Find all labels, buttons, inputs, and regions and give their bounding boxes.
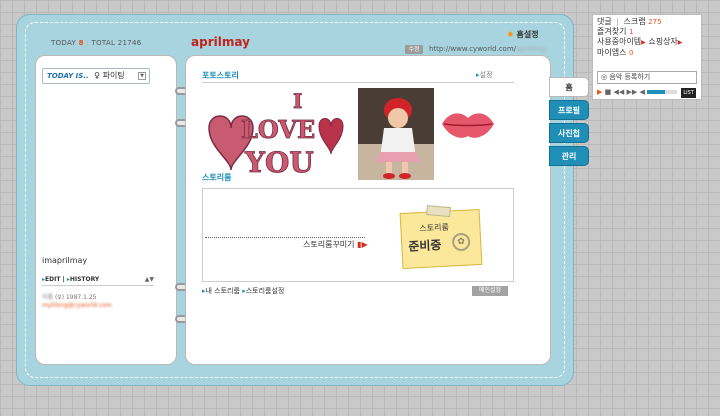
coming-soon-note: 스토리룸 준비중 ✿ xyxy=(399,205,483,270)
music-player-controls: ▶ ■ ◀◀ ▶▶ ◀ LIST xyxy=(597,87,699,98)
profile-name-blurred: 이름 xyxy=(42,294,54,301)
tab-profile[interactable]: 프로필 xyxy=(549,100,589,120)
next-icon[interactable]: ▶▶ xyxy=(627,88,638,96)
side-tabs: 홈 프로필 사진첩 관리 xyxy=(549,77,589,169)
storyroom-decorate-label: 스토리룸꾸미기 xyxy=(303,240,355,249)
love-text-love: LOVE xyxy=(241,115,315,144)
profile-birth: (♀) 1987.1.25 xyxy=(54,294,97,301)
home-settings-button[interactable]: ✹ 홈설정 xyxy=(507,29,539,40)
page-title[interactable]: aprilmay xyxy=(191,35,250,49)
storyroom-links: ▸내 스토리룸 ▸스토리룸설정 xyxy=(202,286,284,296)
total-count: 21746 xyxy=(117,39,142,47)
today-mood-value: 파이팅 xyxy=(102,71,125,80)
tab-home[interactable]: 홈 xyxy=(549,77,589,97)
tab-manage[interactable]: 관리 xyxy=(549,146,589,166)
note-line2: 준비중 xyxy=(407,237,442,254)
i-love-you-image[interactable]: I LOVE YOU xyxy=(201,90,351,180)
photo-story-title[interactable]: 포토스토리 xyxy=(202,70,239,81)
love-text-you: YOU xyxy=(244,146,314,179)
right-page: 포토스토리 ▸설정 I LOVE YOU 스토리룸 스토리룸꾸미기 ▮▶ 스토리… xyxy=(185,55,551,365)
total-label: TOTAL xyxy=(91,39,116,47)
favorites-count: 1 xyxy=(629,28,634,36)
storyroom-box: 스토리룸꾸미기 ▮▶ 스토리룸 준비중 ✿ xyxy=(202,188,514,282)
arrow-right-icon: ▮▶ xyxy=(357,240,368,249)
music-note-icon: ◎ xyxy=(601,73,608,81)
photo-settings-label: 설정 xyxy=(479,71,493,79)
profile-email: mylilong@cyworld.com xyxy=(42,302,112,309)
storyroom-title[interactable]: 스토리룸 xyxy=(202,172,231,183)
history-link[interactable]: HISTORY xyxy=(70,276,99,283)
tab-photo-album[interactable]: 사진첩 xyxy=(549,123,589,143)
comments-link[interactable]: 댓글 xyxy=(597,17,612,26)
profile-info: 이름 (♀) 1987.1.25 xyxy=(42,292,154,301)
scrap-count: 275 xyxy=(648,18,662,26)
photo-settings-link[interactable]: ▸설정 xyxy=(476,70,492,80)
main-settings-button[interactable]: 메인설정 xyxy=(472,286,508,296)
volume-icon: ◀ xyxy=(639,88,645,96)
notification-panel: 댓글 | 스크랩 275 즐겨찾기 1 사용중아이템▶ 쇼핑상자▶ 마이앱스 0… xyxy=(592,14,702,100)
my-apps-count: 0 xyxy=(629,49,634,57)
tape-decoration xyxy=(426,205,451,218)
book: TODAY 8 | TOTAL 21746 aprilmay ✹ 홈설정 수정 … xyxy=(35,27,589,377)
my-storyroom-link[interactable]: 내 스토리룸 xyxy=(206,287,240,295)
previous-icon[interactable]: ◀◀ xyxy=(613,88,624,96)
music-register-label: 음악 등록하기 xyxy=(609,73,651,81)
love-text-i: I xyxy=(293,90,302,113)
edit-link[interactable]: EDIT xyxy=(45,276,60,283)
owner-name: imaprilmay xyxy=(42,256,88,265)
gear-icon: ✹ xyxy=(507,30,514,39)
edit-history-bar: ▸EDIT | ▸HISTORY ▲▼ xyxy=(42,276,154,286)
visitor-counter: TODAY 8 | TOTAL 21746 xyxy=(51,39,142,47)
left-page: TODAY IS.. ♀ 파이팅 ▼ imaprilmay ▸EDIT | ▸H… xyxy=(35,55,177,365)
arrow-right-icon: ▶ xyxy=(677,39,683,46)
top-bar: TODAY 8 | TOTAL 21746 aprilmay ✹ 홈설정 수정 … xyxy=(35,27,557,55)
note-line1: 스토리룸 xyxy=(419,222,450,234)
lips-kiss-image[interactable] xyxy=(438,106,498,142)
playlist-button[interactable]: LIST xyxy=(681,88,696,98)
items-link[interactable]: 사용중아이템 xyxy=(597,37,641,46)
play-icon[interactable]: ▶ xyxy=(597,88,602,96)
dotted-divider xyxy=(205,237,365,238)
url-text: http://www.cyworld.com/ xyxy=(429,45,517,53)
arrow-right-icon: ▶ xyxy=(641,39,646,46)
today-count: 8 xyxy=(78,39,84,47)
today-label: TODAY xyxy=(51,39,77,47)
shop-link[interactable]: 쇼핑상자 xyxy=(648,37,677,46)
scrap-link[interactable]: 스크랩 xyxy=(624,17,646,26)
favorites-link[interactable]: 즐겨찾기 xyxy=(597,27,626,36)
baby-figure xyxy=(358,88,434,180)
today-is-label: TODAY IS.. xyxy=(47,72,89,80)
minihompy-frame: TODAY 8 | TOTAL 21746 aprilmay ✹ 홈설정 수정 … xyxy=(16,14,589,386)
volume-slider[interactable] xyxy=(647,90,678,94)
storyroom-settings-link[interactable]: 스토리룸설정 xyxy=(246,287,285,295)
my-apps-link[interactable]: 마이앱스 xyxy=(597,48,626,57)
url-blurred: aprilmay xyxy=(516,45,547,53)
mood-icon: ♀ xyxy=(94,71,101,80)
stamp-icon: ✿ xyxy=(451,232,471,252)
chevron-down-icon[interactable]: ▼ xyxy=(138,72,146,80)
stop-icon[interactable]: ■ xyxy=(605,88,612,96)
homepage-url[interactable]: http://www.cyworld.com/aprilmay xyxy=(429,45,547,53)
storyroom-decorate-link[interactable]: 스토리룸꾸미기 ▮▶ xyxy=(303,239,368,250)
home-settings-label: 홈설정 xyxy=(516,30,539,39)
music-register-input[interactable]: ◎ 음악 등록하기 xyxy=(597,71,697,84)
today-mood-selector[interactable]: TODAY IS.. ♀ 파이팅 ▼ xyxy=(42,68,150,84)
baby-photo[interactable] xyxy=(358,88,434,180)
volume-level xyxy=(647,90,666,94)
expand-collapse-icon[interactable]: ▲▼ xyxy=(145,276,154,283)
divider xyxy=(202,82,514,83)
edit-title-button[interactable]: 수정 xyxy=(405,45,423,54)
